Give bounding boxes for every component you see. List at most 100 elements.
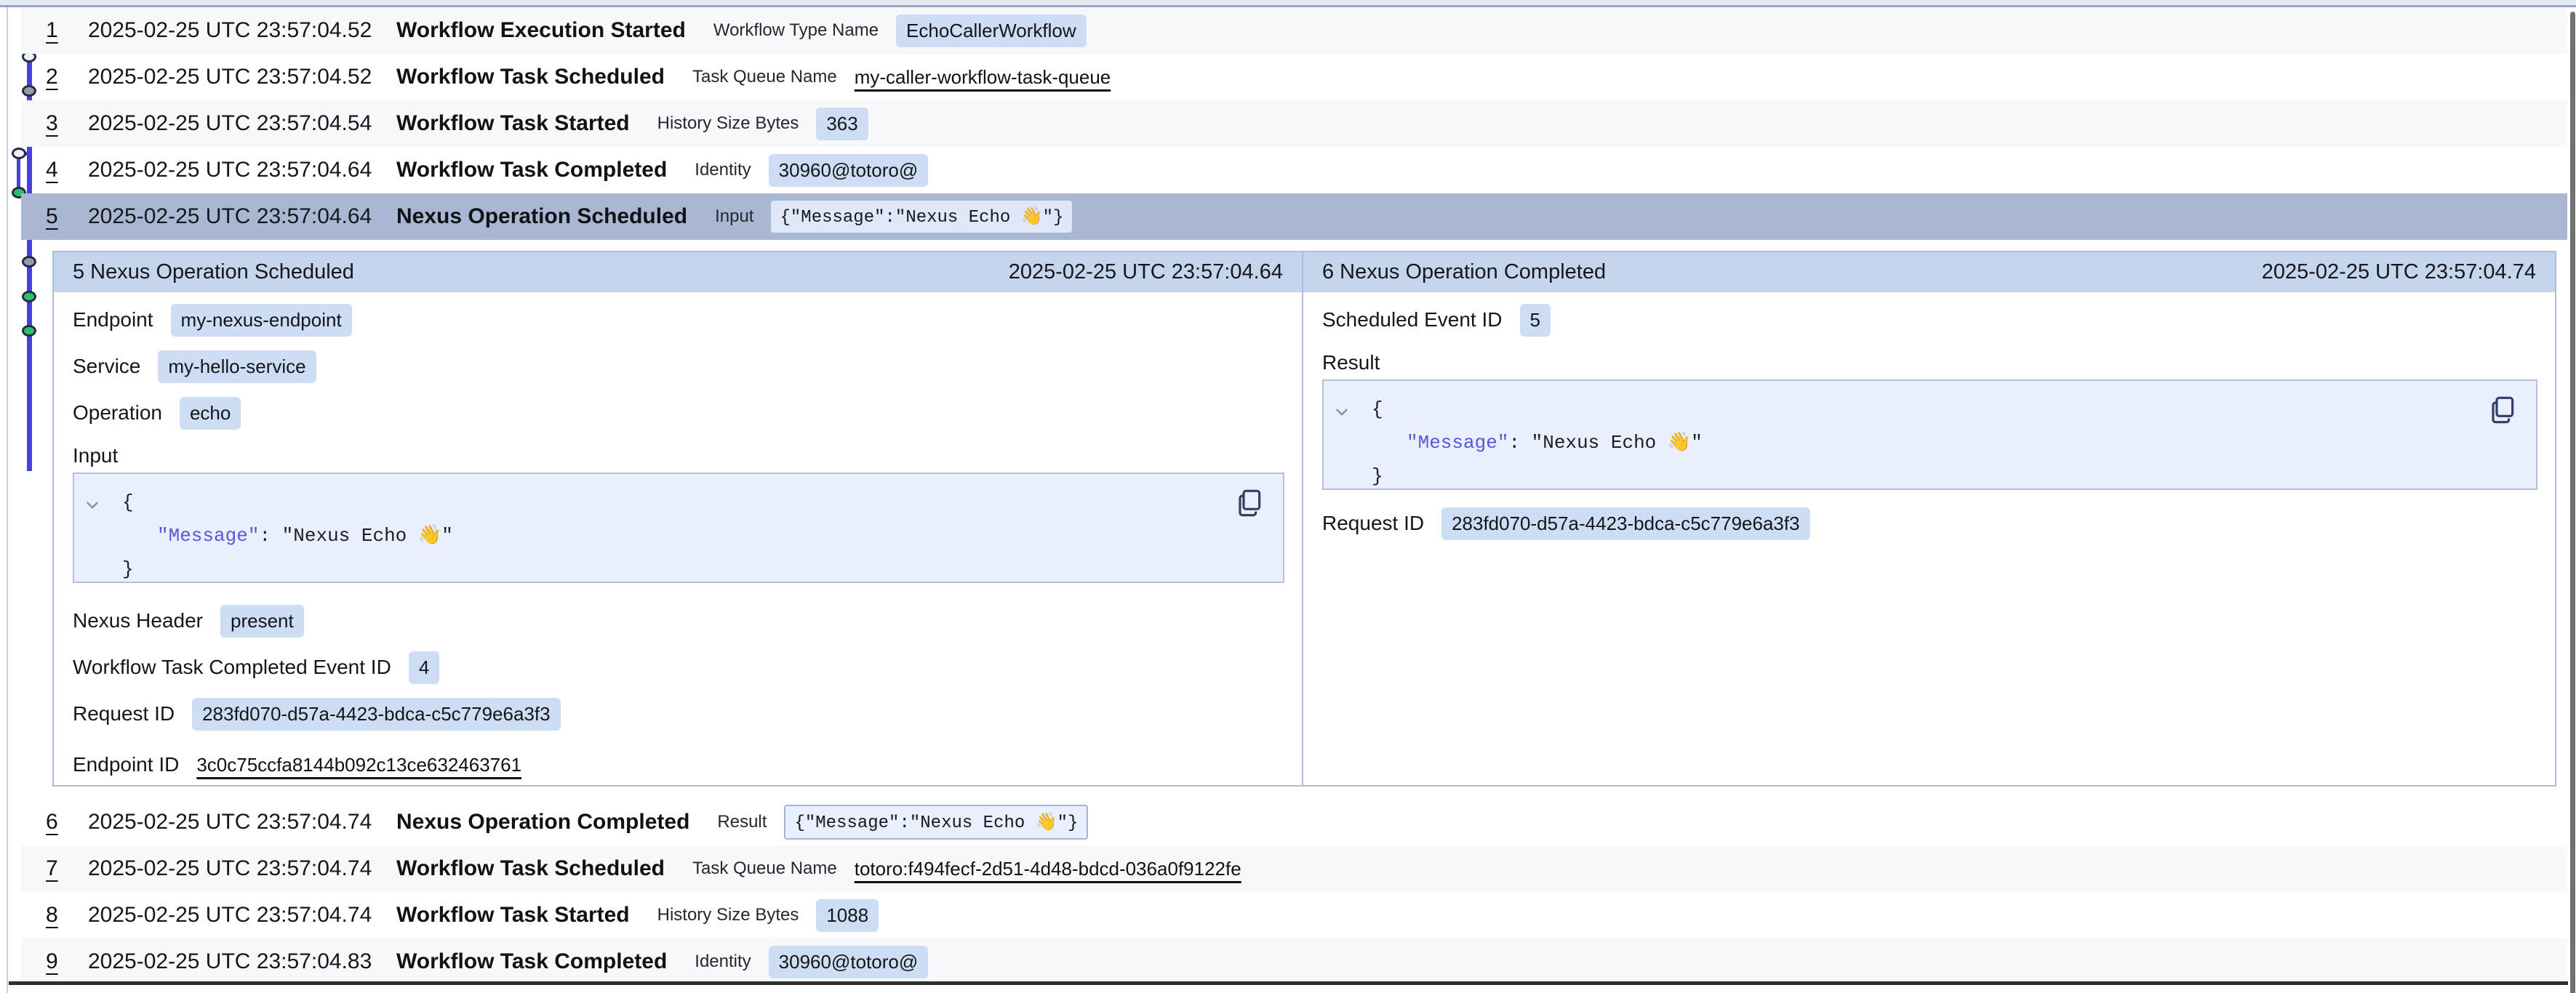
event-timestamp: 2025-02-25 UTC 23:57:04.52 <box>88 18 396 43</box>
panel-title: 6 Nexus Operation Completed <box>1322 260 1606 284</box>
event-id-link[interactable]: 9 <box>46 949 68 974</box>
event-detail-badge: 30960@totoro@ <box>769 946 929 978</box>
event-detail-label: Result <box>717 812 767 832</box>
field-badge: 4 <box>409 651 439 684</box>
workflow-history-view: 1 2025-02-25 UTC 23:57:04.52Workflow Exec… <box>0 0 2576 993</box>
detail-field: Operationecho <box>73 390 1284 436</box>
event-row-1[interactable]: 1 2025-02-25 UTC 23:57:04.52Workflow Exec… <box>21 7 2567 54</box>
json-separator: : <box>259 525 281 547</box>
chevron-down-icon[interactable] <box>83 496 102 515</box>
event-row-7[interactable]: 72025-02-25 UTC 23:57:04.74Workflow Task… <box>21 845 2567 892</box>
event-row-9[interactable]: 9 2025-02-25 UTC 23:57:04.83Workflow Task… <box>21 938 2567 985</box>
event-row-6[interactable]: 62025-02-25 UTC 23:57:04.74Nexus Operati… <box>21 799 2567 845</box>
timeline-dot-completed[interactable] <box>22 325 36 337</box>
event-timestamp: 2025-02-25 UTC 23:57:04.83 <box>88 949 396 974</box>
field-link[interactable]: 3c0c75ccfa8144b092c13ce632463761 <box>196 754 521 776</box>
event-id-link[interactable]: 5 <box>46 204 68 229</box>
event-row-4[interactable]: 4 2025-02-25 UTC 23:57:04.64Workflow Task… <box>21 147 2567 193</box>
copy-icon[interactable] <box>2489 394 2519 426</box>
event-detail-label: History Size Bytes <box>657 905 799 925</box>
event-id-link[interactable]: 7 <box>46 856 68 881</box>
detail-field: Nexus Header present <box>73 598 1284 644</box>
json-close-brace: } <box>1372 459 2536 493</box>
event-name: Workflow Task Completed <box>396 158 667 182</box>
event-detail-label: Identity <box>695 160 751 180</box>
event-name: Workflow Task Started <box>396 903 630 928</box>
payload-code-block: {"Message": "Nexus Echo 👋"} <box>1322 379 2537 490</box>
field-label: Nexus Header <box>73 609 203 632</box>
event-row-8[interactable]: 8 2025-02-25 UTC 23:57:04.74Workflow Task… <box>21 892 2567 938</box>
field-badge: 5 <box>1520 304 1551 337</box>
event-name: Workflow Task Completed <box>396 949 667 974</box>
event-detail-label: Task Queue Name <box>692 859 837 879</box>
json-value: "Nexus Echo 👋" <box>282 525 453 547</box>
event-row-5[interactable]: 52025-02-25 UTC 23:57:04.64Nexus Operati… <box>21 193 2567 240</box>
event-name: Workflow Execution Started <box>396 18 686 43</box>
field-label: Request ID <box>1322 512 1424 535</box>
detail-field: Endpoint ID3c0c75ccfa8144b092c13ce632463… <box>73 741 1284 788</box>
timeline-dot-completed[interactable] <box>22 291 36 302</box>
field-label: Result <box>1322 346 2537 379</box>
event-timestamp: 2025-02-25 UTC 23:57:04.74 <box>88 903 396 928</box>
field-badge: 283fd070-d57a-4423-bdca-c5c779e6a3f3 <box>1441 507 1810 540</box>
event-payload-chip: {"Message":"Nexus Echo 👋"} <box>771 201 1072 233</box>
event-name: Workflow Task Started <box>396 111 630 136</box>
event-id-link[interactable]: 1 <box>46 18 68 43</box>
copy-icon[interactable] <box>1236 487 1265 519</box>
event-row-2[interactable]: 22025-02-25 UTC 23:57:04.52Workflow Task… <box>21 54 2567 100</box>
json-open-brace: { <box>1372 393 2536 426</box>
detail-field: Request ID283fd070-d57a-4423-bdca-c5c779… <box>73 691 1284 737</box>
event-detail-badge: 363 <box>816 108 868 140</box>
timeline-dot-started[interactable] <box>22 256 36 268</box>
panel-header: 5 Nexus Operation Scheduled 2025-02-25 U… <box>54 252 1302 292</box>
event-detail-link[interactable]: totoro:f494fecf-2d51-4d48-bdcd-036a0f912… <box>855 858 1241 880</box>
payload-code-block: { "Message": "Nexus Echo 👋"} <box>73 473 1284 583</box>
event-id-link[interactable]: 6 <box>46 810 68 835</box>
event-name: Nexus Operation Completed <box>396 810 689 835</box>
event-detail-link[interactable]: my-caller-workflow-task-queue <box>855 66 1111 89</box>
detail-field: Workflow Task Completed Event ID4 <box>73 644 1284 691</box>
panel-nexus-operation-completed: 6 Nexus Operation Completed 2025-02-25 U… <box>1303 252 2555 785</box>
field-badge: my-hello-service <box>158 350 316 383</box>
field-badge: present <box>220 605 304 638</box>
panel-nexus-operation-scheduled: 5 Nexus Operation Scheduled 2025-02-25 U… <box>54 252 1303 785</box>
event-timestamp: 2025-02-25 UTC 23:57:04.64 <box>88 158 396 182</box>
event-id-link[interactable]: 4 <box>46 158 68 182</box>
field-badge: my-nexus-endpoint <box>171 304 352 337</box>
field-label: Endpoint <box>73 308 153 331</box>
event-timestamp: 2025-02-25 UTC 23:57:04.64 <box>88 204 396 229</box>
event-id-link[interactable]: 2 <box>46 65 68 89</box>
event-detail-label: Input <box>715 206 753 227</box>
field-label: Input <box>73 439 1284 473</box>
left-divider <box>7 7 8 993</box>
json-key: "Message" <box>1407 432 1508 454</box>
event-rows-bottom: 6 2025-02-25 UTC 23:57:04.74 Nexus Operati… <box>21 799 2567 985</box>
event-detail-label: Task Queue Name <box>692 67 837 87</box>
chevron-down-icon[interactable] <box>1332 403 1351 422</box>
detail-field: Endpoint my-nexus-endpoint <box>73 297 1284 343</box>
json-separator: : <box>1508 432 1531 454</box>
panel-header: 6 Nexus Operation Completed 2025-02-25 U… <box>1303 252 2555 292</box>
field-badge: 283fd070-d57a-4423-bdca-c5c779e6a3f3 <box>192 698 561 731</box>
panel-title: 5 Nexus Operation Scheduled <box>73 260 354 284</box>
detail-field: Request ID 283fd070-d57a-4423-bdca-c5c779… <box>1322 500 2537 547</box>
event-row-3[interactable]: 32025-02-25 UTC 23:57:04.54Workflow Task… <box>21 100 2567 147</box>
event-detail-panels: 5 Nexus Operation Scheduled 2025-02-25 U… <box>52 251 2556 787</box>
json-key: "Message" <box>157 525 259 547</box>
field-label: Service <box>73 355 140 378</box>
detail-field: Scheduled Event ID 5 <box>1322 297 2537 343</box>
vertical-scrollbar[interactable] <box>2570 12 2575 993</box>
json-open-brace: { <box>122 486 1283 519</box>
event-id-link[interactable]: 3 <box>46 111 68 136</box>
event-timestamp: 2025-02-25 UTC 23:57:04.52 <box>88 65 396 89</box>
field-label: Scheduled Event ID <box>1322 308 1503 331</box>
field-badge: echo <box>180 397 241 430</box>
event-payload-chip: {"Message":"Nexus Echo 👋"} <box>784 805 1088 840</box>
event-detail-label: Identity <box>695 952 751 972</box>
event-detail-label: Workflow Type Name <box>713 20 879 41</box>
event-id-link[interactable]: 8 <box>46 903 68 928</box>
event-detail-badge: 1088 <box>816 899 879 932</box>
event-detail-label: History Size Bytes <box>657 113 799 134</box>
json-close-brace: } <box>122 552 1283 586</box>
detail-field: Service my-hello-service <box>73 343 1284 390</box>
